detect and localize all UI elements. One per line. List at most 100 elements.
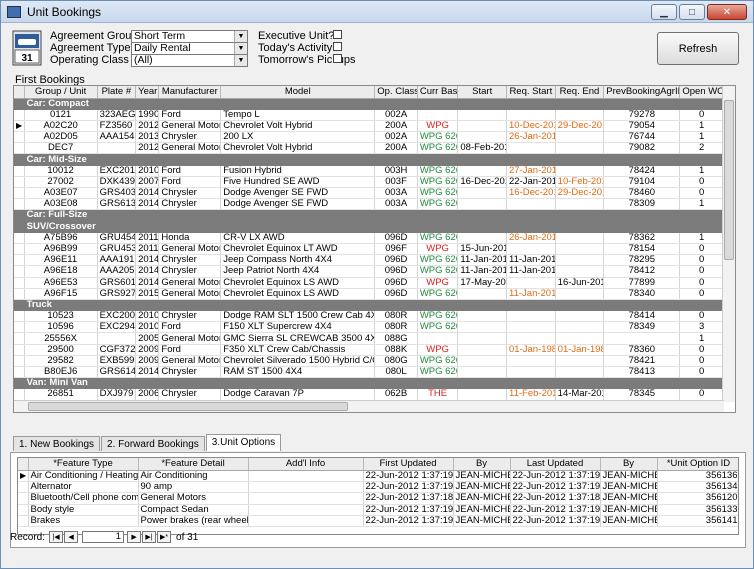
first-record-icon[interactable]: |◀ <box>49 531 64 543</box>
current-record-input[interactable]: 1 <box>82 531 125 543</box>
group-row[interactable]: Car: Mid-Size <box>14 153 725 166</box>
chevron-down-icon[interactable]: ▼ <box>234 31 247 42</box>
table-row[interactable]: 29582 EXB599 2009 General Motors Chevrolet S… <box>14 355 724 368</box>
table-row[interactable]: ▶ Air Conditioning / Heating Air Condition… <box>18 470 738 482</box>
group-row[interactable]: Car: Compact <box>14 98 725 110</box>
table-row[interactable]: A96F15 GRS927 2015 General Motors Chevrolet … <box>14 288 724 300</box>
tomorrows-pickups-checkbox[interactable] <box>333 54 342 63</box>
row-selector[interactable] <box>14 388 25 401</box>
column-header[interactable]: *Feature Type <box>28 458 139 471</box>
tab-forward-bookings[interactable]: 2. Forward Bookings <box>101 436 205 451</box>
table-row[interactable]: Bluetooth/Cell phone compa General Motors… <box>18 492 738 505</box>
row-selector[interactable] <box>14 142 25 155</box>
table-row[interactable]: 29500 CGF372 2009 Ford F350 XLT Crew Cab/Cha… <box>14 344 724 356</box>
row-selector[interactable] <box>14 232 25 244</box>
table-row[interactable]: A03E07 GRS403 2014 Chrysler Dodge Avenger SE… <box>14 187 724 200</box>
tab-unit-options[interactable]: 3.Unit Options <box>205 434 282 451</box>
table-row[interactable]: A03E08 GRS613 2014 Chrysler Dodge Avenger SE… <box>14 198 724 211</box>
column-header[interactable]: *Feature Detail <box>138 458 249 471</box>
chevron-down-icon[interactable]: ▼ <box>234 55 247 66</box>
column-header[interactable]: PrevBookingAgrID <box>603 86 681 99</box>
row-selector[interactable] <box>18 492 29 505</box>
column-header[interactable]: Open WO's <box>679 86 724 99</box>
table-row[interactable]: Body style Compact Sedan 22-Jun-2012 1:37:… <box>18 504 738 517</box>
table-row[interactable]: 10596 EXC294 2010 Ford F150 XLT Supercrew 4X… <box>14 321 724 334</box>
table-row[interactable]: A02D05 AAA154 2013 Chrysler 200 LX 002A WPG 62… <box>14 131 724 144</box>
row-selector[interactable] <box>14 355 25 368</box>
scroll-thumb[interactable] <box>28 402 348 411</box>
row-selector[interactable] <box>14 277 25 289</box>
op-class-group-combo[interactable]: (All) ▼ <box>131 54 248 67</box>
row-selector[interactable] <box>14 288 25 300</box>
table-row[interactable]: 27002 DXK439 2007 Ford Five Hundred SE AWD 00… <box>14 176 724 189</box>
row-selector[interactable] <box>14 187 25 200</box>
column-header[interactable]: Req. End <box>555 86 605 99</box>
table-row[interactable]: 10523 EXC200 2010 Chrysler Dodge RAM SLT 150… <box>14 310 724 323</box>
tab-new-bookings[interactable]: 1. New Bookings <box>13 436 101 451</box>
new-record-icon[interactable]: ▶* <box>157 531 172 543</box>
row-selector[interactable] <box>14 344 25 356</box>
table-row[interactable]: B80EJ6 GRS614 2014 Chrysler RAM ST 1500 4X4 0… <box>14 366 724 379</box>
row-selector[interactable] <box>14 209 25 222</box>
table-row[interactable]: ▶ A02C20 FZ3560 2012 General Motors Chevrolet… <box>14 120 724 133</box>
table-row[interactable]: 25556X 2005 General Motors GMC Sierra SL CR… <box>14 332 724 345</box>
row-selector[interactable] <box>14 243 25 256</box>
table-row[interactable]: 26851 DXJ979 2006 Chrysler Dodge Caravan 7P 0… <box>14 388 724 401</box>
row-selector[interactable] <box>14 299 25 312</box>
executive-unit-checkbox[interactable] <box>333 30 342 39</box>
todays-activity-checkbox[interactable] <box>333 42 342 51</box>
column-header[interactable]: Op. Class <box>374 86 418 99</box>
table-row[interactable]: A96E11 AAA191 2014 Chrysler Jeep Compass Nor… <box>14 254 724 267</box>
column-header[interactable]: Curr Base <box>417 86 459 99</box>
group-row[interactable]: SUV/Crossover <box>14 221 725 233</box>
maximize-button[interactable]: □ <box>679 4 705 20</box>
column-header[interactable]: Req. Start <box>506 86 556 99</box>
table-row[interactable]: DEC7 2012 General Motors Chevrolet Volt Hyb… <box>14 142 724 155</box>
horizontal-scrollbar[interactable] <box>14 400 724 412</box>
column-header[interactable]: By <box>600 458 658 471</box>
column-header[interactable]: Group / Unit <box>24 86 98 99</box>
group-row[interactable]: Car: Full-Size <box>14 209 725 222</box>
row-selector[interactable] <box>14 165 25 177</box>
column-header[interactable]: Last Updated <box>510 458 601 471</box>
column-header[interactable]: *Unit Option ID <box>657 458 738 471</box>
table-row[interactable]: A96E53 GRS601 2014 General Motors Chevrolet … <box>14 277 724 289</box>
unit-options-grid[interactable]: *Feature Type *Feature Detail Add'l Info Fi… <box>17 457 739 535</box>
table-row[interactable]: 0121 323AEG 1990 Ford Tempo L 002A 79278 0 <box>14 109 724 121</box>
column-header[interactable]: First Updated <box>363 458 454 471</box>
row-selector[interactable] <box>18 481 29 494</box>
group-row[interactable]: Van: Mini Van <box>14 377 725 390</box>
row-selector[interactable] <box>14 265 25 278</box>
table-row[interactable]: Alternator90 amp22-Jun-2012 1:37:19 PMJE… <box>18 481 738 494</box>
last-record-icon[interactable]: ▶| <box>142 531 157 543</box>
table-row[interactable]: 10012 EXC201 2010 Ford Fusion Hybrid 003H WPG … <box>14 165 724 177</box>
row-selector[interactable]: ▶ <box>14 120 25 133</box>
group-row[interactable]: Truck <box>14 299 725 312</box>
refresh-button[interactable]: Refresh <box>657 32 739 65</box>
close-button[interactable]: ✕ <box>707 4 747 20</box>
column-header[interactable]: Year <box>135 86 160 99</box>
column-header[interactable]: Model <box>220 86 376 99</box>
row-selector[interactable] <box>14 109 25 121</box>
row-selector[interactable]: ▶ <box>18 470 29 482</box>
column-header[interactable]: Add'l Info <box>248 458 364 471</box>
row-selector[interactable] <box>14 98 25 110</box>
minimize-button[interactable]: ▁ <box>651 4 677 20</box>
row-selector[interactable] <box>14 310 25 323</box>
title-bar[interactable]: Unit Bookings ▁ □ ✕ <box>1 1 753 23</box>
first-bookings-grid[interactable]: Group / Unit Plate # Year Manufacturer Model… <box>13 85 736 413</box>
column-header[interactable]: By <box>453 458 511 471</box>
row-selector[interactable] <box>18 504 29 517</box>
table-row[interactable]: A96B99 GRU453 2011 General Motors Chevrolet … <box>14 243 724 256</box>
next-record-icon[interactable]: ▶ <box>127 531 142 543</box>
row-selector[interactable] <box>14 176 25 189</box>
table-row[interactable]: A75B96 GRU454 2011 Honda CR-V LX AWD 096D WPG … <box>14 232 724 244</box>
row-selector[interactable] <box>14 321 25 334</box>
row-selector[interactable] <box>14 332 25 345</box>
chevron-down-icon[interactable]: ▼ <box>234 43 247 54</box>
row-selector[interactable] <box>14 198 25 211</box>
row-selector[interactable] <box>14 254 25 267</box>
prev-record-icon[interactable]: ◀ <box>64 531 79 543</box>
row-selector[interactable] <box>14 153 25 166</box>
table-row[interactable]: A96E18 AAA205 2014 Chrysler Jeep Patriot Nor… <box>14 265 724 278</box>
